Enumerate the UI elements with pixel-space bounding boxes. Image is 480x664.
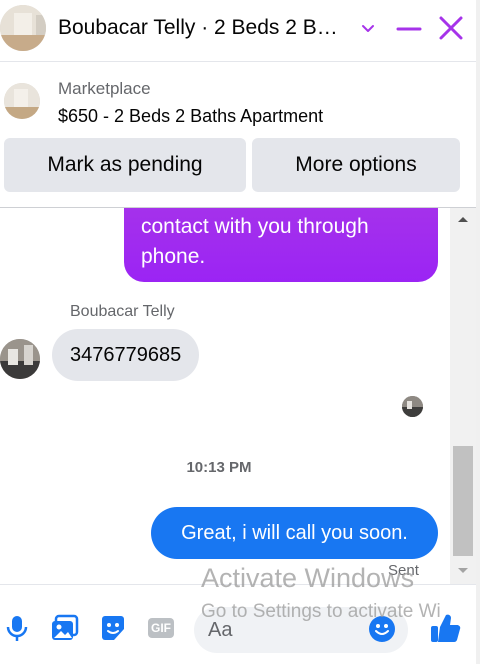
scrollbar-thumb[interactable] (453, 446, 473, 556)
window-edge (476, 0, 480, 664)
chevron-down-icon[interactable] (360, 20, 376, 36)
gif-icon[interactable]: GIF (146, 613, 176, 643)
message-list: contact with you through phone. Boubacar… (0, 208, 450, 584)
minimize-icon[interactable] (396, 18, 422, 40)
thumbs-up-icon[interactable] (428, 611, 462, 645)
more-options-button[interactable]: More options (252, 138, 460, 192)
marketplace-banner: Marketplace $650 - 2 Beds 2 Baths Apartm… (0, 63, 480, 208)
gif-label: GIF (148, 618, 174, 638)
outgoing-message-bubble[interactable]: contact with you through phone. (124, 208, 438, 282)
scroll-up-arrow-icon[interactable] (450, 208, 476, 230)
scrollbar[interactable] (450, 208, 476, 584)
listing-thumbnail[interactable] (4, 83, 40, 119)
emoji-icon[interactable] (368, 615, 396, 643)
sender-avatar[interactable] (0, 339, 40, 379)
marketplace-label: Marketplace (58, 79, 151, 98)
sticker-icon[interactable] (98, 613, 128, 643)
contact-avatar[interactable] (0, 5, 46, 51)
sender-name: Boubacar Telly (70, 303, 175, 320)
scroll-down-arrow-icon[interactable] (450, 560, 476, 582)
incoming-message-bubble[interactable]: 3476779685 (52, 329, 200, 381)
message-composer: GIF (0, 584, 480, 664)
close-icon[interactable] (438, 15, 464, 41)
mark-as-pending-button[interactable]: Mark as pending (4, 138, 246, 192)
delivery-status: Sent (388, 562, 419, 579)
message-timestamp: 10:13 PM (186, 459, 252, 476)
microphone-icon[interactable] (2, 613, 32, 643)
outgoing-message-bubble[interactable]: Great, i will call you soon. (151, 507, 438, 559)
chat-header: Boubacar Telly · 2 Beds 2 B… (0, 0, 480, 62)
listing-title[interactable]: $650 - 2 Beds 2 Baths Apartment (58, 106, 323, 127)
seen-indicator-avatar (402, 396, 423, 417)
image-icon[interactable] (50, 613, 80, 643)
chat-title[interactable]: Boubacar Telly · 2 Beds 2 B… (58, 16, 338, 40)
